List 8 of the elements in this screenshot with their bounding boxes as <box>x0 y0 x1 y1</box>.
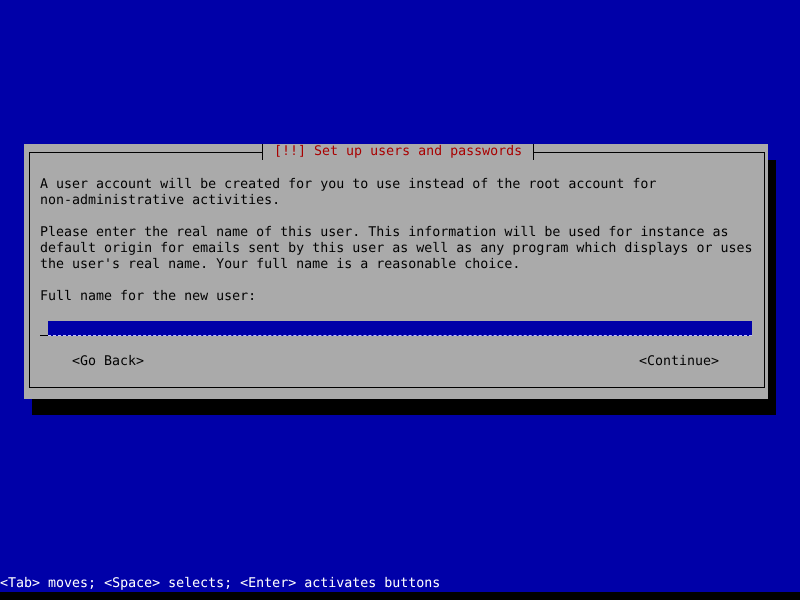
paragraph: A user account will be created for you to use instead of the root account for non-administrative activities. <box>40 177 658 209</box>
paragraph: Please enter the real name of this user. This information will be used for instance as default origin for emails sent by this user as well as any program which displays or uses the user's real name. Your full name is a reasonable choice. <box>40 225 754 273</box>
dialog-button[interactable]: <Go Back> <box>72 354 144 370</box>
status-text: <Tab> moves; <Space> selects; <Enter> activates buttons <box>0 576 442 592</box>
field-label: Full name for the new user: <box>40 289 258 305</box>
dialog-title: [!!] Set up users and passwords <box>262 144 534 160</box>
input-field[interactable] <box>48 321 752 336</box>
dialog-button[interactable]: <Continue> <box>638 354 719 370</box>
